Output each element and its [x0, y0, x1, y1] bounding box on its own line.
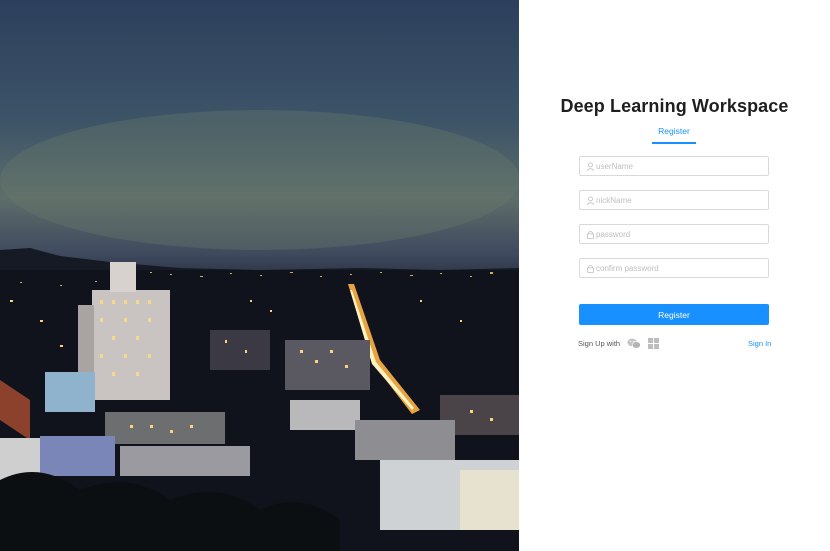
active-tab-indicator [652, 142, 696, 144]
page-title: Deep Learning Workspace [560, 96, 789, 116]
confirm-password-input[interactable] [596, 259, 764, 277]
confirm-password-field[interactable] [579, 258, 769, 278]
username-input[interactable] [596, 157, 764, 175]
windows-icon[interactable] [648, 338, 659, 349]
sign-in-link[interactable]: Sign In [748, 339, 771, 348]
register-panel: Deep Learning Workspace Register Re [519, 0, 830, 551]
nickname-input[interactable] [596, 191, 764, 209]
lock-icon [586, 230, 595, 239]
signup-with-label: Sign Up with [578, 339, 621, 348]
user-icon [586, 162, 595, 171]
tab-register[interactable]: Register [652, 126, 696, 136]
user-icon [586, 196, 595, 205]
wechat-icon[interactable] [627, 338, 641, 349]
nickname-field[interactable] [579, 190, 769, 210]
city-skyline-graphic [0, 110, 519, 551]
lock-icon [586, 264, 595, 273]
username-field[interactable] [579, 156, 769, 176]
password-field[interactable] [579, 224, 769, 244]
password-input[interactable] [596, 225, 764, 243]
register-button[interactable]: Register [579, 304, 769, 325]
city-night-photo [0, 0, 519, 551]
